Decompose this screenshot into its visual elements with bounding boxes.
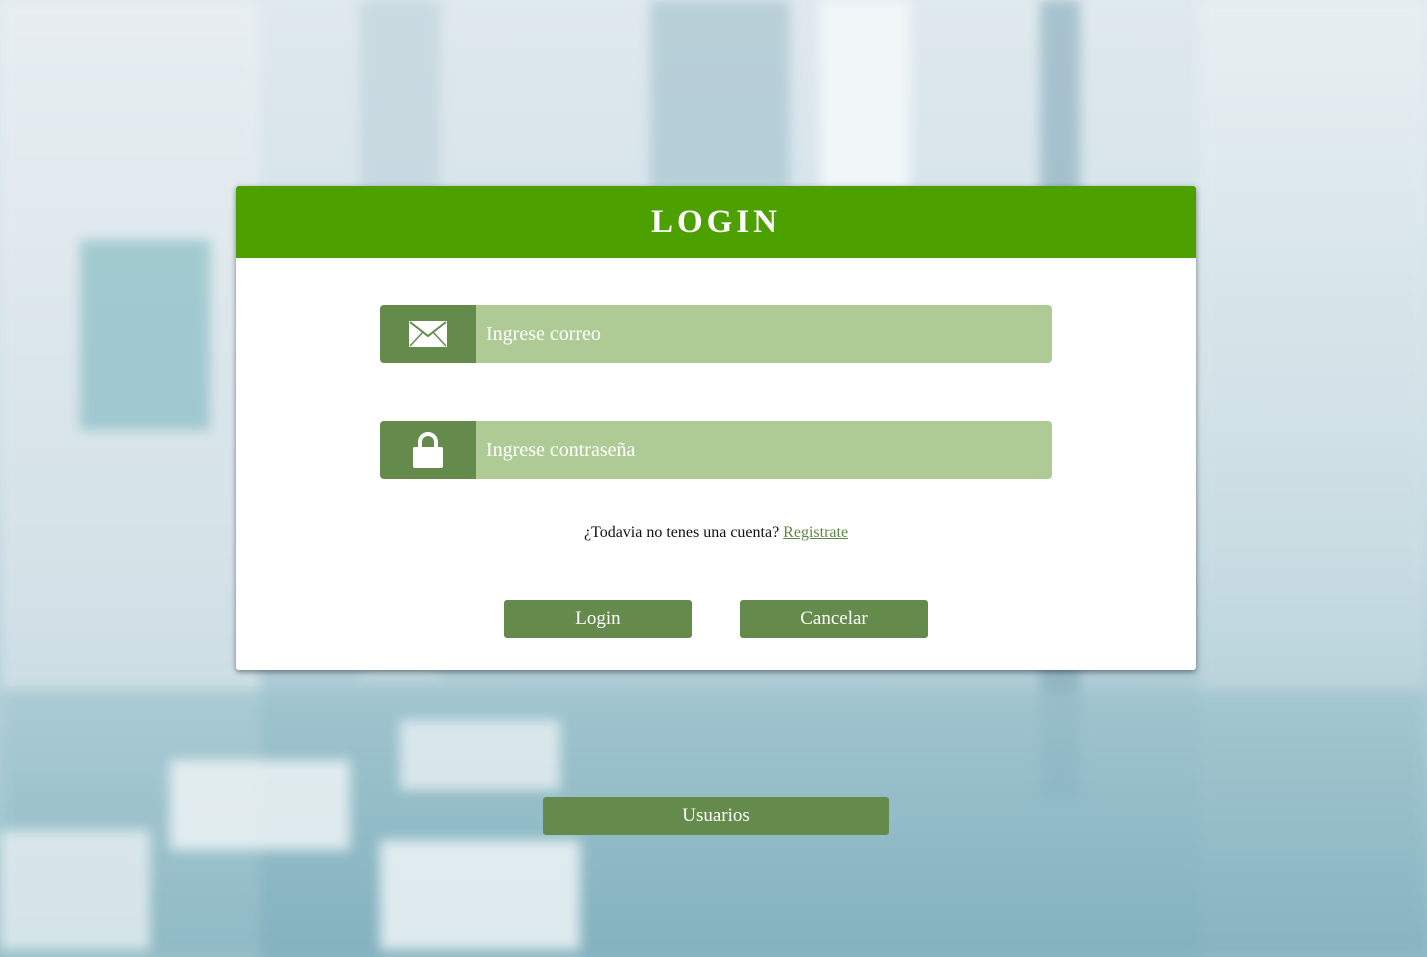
envelope-icon (380, 305, 476, 363)
login-card: LOGIN ¿Todavia no tenes una cuenta? Regi… (236, 186, 1196, 670)
password-field-group (380, 421, 1052, 479)
login-button[interactable]: Login (504, 600, 692, 638)
email-input[interactable] (476, 305, 1052, 363)
email-field-group (380, 305, 1052, 363)
password-input[interactable] (476, 421, 1052, 479)
login-header: LOGIN (236, 186, 1196, 258)
lock-icon (380, 421, 476, 479)
cancel-button[interactable]: Cancelar (740, 600, 928, 638)
users-button[interactable]: Usuarios (543, 797, 889, 835)
register-link[interactable]: Registrate (783, 524, 848, 541)
login-title: LOGIN (650, 203, 782, 240)
signup-prompt-text: ¿Todavia no tenes una cuenta? (583, 524, 780, 541)
signup-prompt: ¿Todavia no tenes una cuenta? Registrate (236, 524, 1196, 542)
